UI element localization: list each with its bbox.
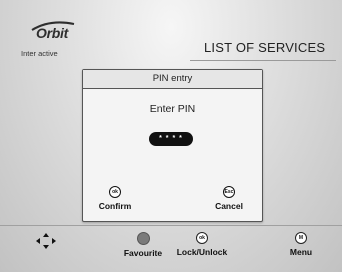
tv-screen: Orbit Inter active LIST OF SERVICES PIN … bbox=[0, 0, 342, 272]
confirm-button[interactable]: ok Confirm bbox=[85, 186, 145, 211]
confirm-label: Confirm bbox=[98, 201, 132, 211]
logo-wordmark: Orbit bbox=[36, 25, 68, 41]
lock-unlock-label: Lock/Unlock bbox=[176, 247, 228, 257]
navigation-arrows-icon bbox=[36, 233, 56, 249]
favourite-label: Favourite bbox=[123, 248, 163, 258]
cancel-label: Cancel bbox=[215, 201, 243, 211]
ok-key-icon: ok bbox=[196, 232, 208, 244]
esc-key-icon: Esc bbox=[223, 186, 235, 198]
cancel-button[interactable]: Esc Cancel bbox=[199, 186, 259, 211]
header-divider bbox=[190, 60, 336, 61]
dialog-title: PIN entry bbox=[83, 70, 262, 89]
pin-input[interactable]: * * * * bbox=[149, 132, 193, 146]
ok-key-icon: ok bbox=[109, 186, 121, 198]
pin-entry-dialog: PIN entry Enter PIN * * * * ok Confirm E… bbox=[82, 69, 263, 222]
menu-label: Menu bbox=[289, 247, 313, 257]
page-title: LIST OF SERVICES bbox=[204, 40, 326, 55]
footer-divider bbox=[0, 225, 342, 226]
lock-unlock-button[interactable]: ok Lock/Unlock bbox=[170, 232, 234, 257]
menu-key-icon: M bbox=[295, 232, 307, 244]
menu-button[interactable]: M Menu bbox=[286, 232, 316, 257]
logo-subtitle: Inter active bbox=[21, 49, 58, 58]
favourite-button[interactable]: Favourite bbox=[117, 232, 169, 258]
grey-key-icon bbox=[136, 232, 150, 245]
pin-prompt: Enter PIN bbox=[149, 103, 196, 115]
orbit-logo: Orbit Inter active bbox=[18, 20, 88, 64]
